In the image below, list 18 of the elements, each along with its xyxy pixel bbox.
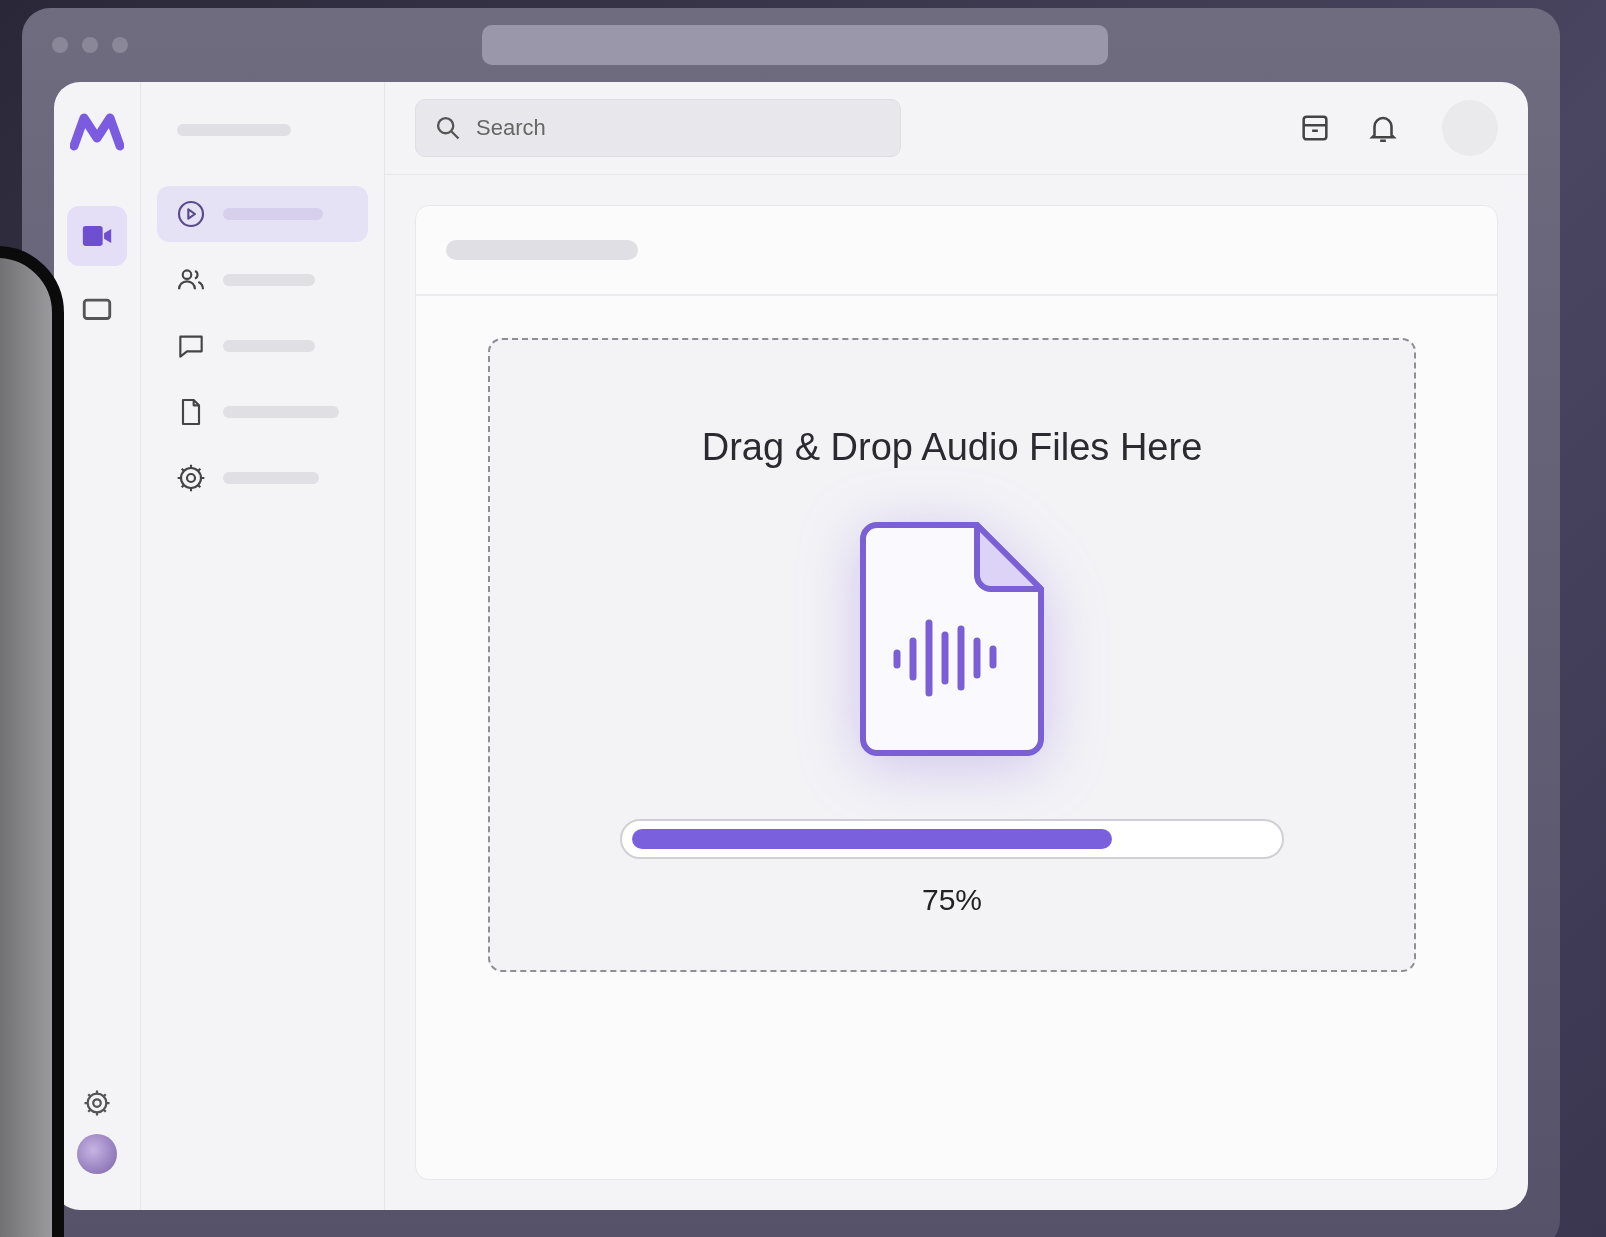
play-circle-icon — [175, 198, 207, 230]
progress-percentage: 75% — [921, 883, 982, 917]
gear-icon — [175, 462, 207, 494]
gear-icon[interactable] — [82, 1088, 112, 1118]
search-field[interactable]: Search — [415, 99, 901, 157]
audio-file-icon — [857, 519, 1047, 759]
search-input[interactable]: Search — [474, 114, 882, 142]
window-control-dot[interactable] — [82, 37, 98, 53]
address-bar[interactable] — [482, 25, 1108, 65]
rail-button[interactable] — [67, 206, 127, 266]
drop-zone[interactable]: Drag & Drop Audio Files Here 75% — [488, 338, 1416, 972]
search-icon — [434, 114, 462, 142]
nav-item[interactable] — [157, 186, 368, 242]
avatar[interactable] — [77, 1134, 117, 1174]
drop-zone-title: Drag & Drop Audio Files Here — [701, 426, 1203, 469]
window-control-dot[interactable] — [112, 37, 128, 53]
logo-icon — [70, 112, 124, 152]
window-control-dot[interactable] — [52, 37, 68, 53]
